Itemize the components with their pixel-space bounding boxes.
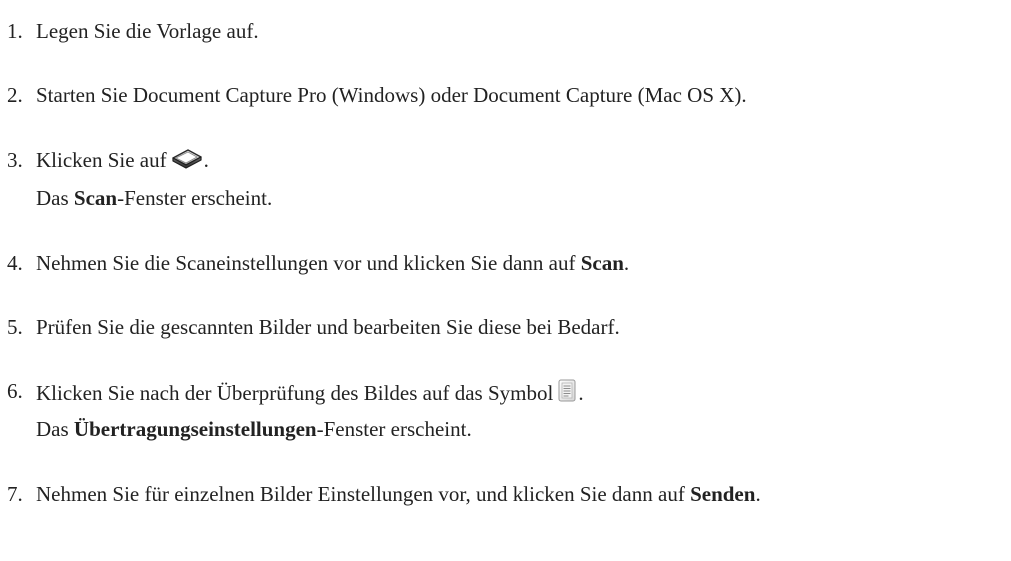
step-text-after-bold: . [755,482,761,506]
step-text-before-bold: Nehmen Sie für einzelnen Bilder Einstell… [36,482,685,506]
step-number: 5. [7,315,23,339]
step-text-after-icon: . [578,381,584,405]
step-number: 2. [7,83,23,107]
step-text: Nehmen Sie die Scaneinstellungen vor und… [36,250,629,276]
result-suffix: -Fenster erscheint. [316,417,472,441]
step-number: 4. [7,251,23,275]
step-number: 7. [7,482,23,506]
result-prefix: Das [36,417,69,441]
step-number: 1. [7,19,23,43]
scanner-icon [170,149,204,169]
step-number: 6. [7,379,23,403]
step-text-before-icon: Klicken Sie nach der Überprüfung des Bil… [36,381,554,405]
step-text-after-icon: . [203,148,209,172]
step-text: Legen Sie die Vorlage auf. [36,19,259,43]
step-text-before-icon: Klicken Sie auf [36,148,167,172]
instruction-steps: 1. Legen Sie die Vorlage auf. 2. Starten… [0,0,1011,561]
step-text: Klicken Sie nach der Überprüfung des Bil… [36,378,584,406]
step-number: 3. [7,148,23,172]
result-prefix: Das [36,186,69,210]
window-name-scan: Scan [73,186,118,210]
step-text: Klicken Sie auf . [36,147,209,173]
transfer-settings-icon [556,378,578,404]
button-name-scan: Scan [580,251,624,275]
button-name-send: Senden [690,482,756,506]
step-text: Starten Sie Document Capture Pro (Window… [36,83,747,107]
step-text-before-bold: Nehmen Sie die Scaneinstellungen vor und… [36,251,576,275]
step-result-text: Das Übertragungseinstellungen-Fenster er… [36,416,472,442]
result-suffix: -Fenster erscheint. [117,186,273,210]
step-text: Nehmen Sie für einzelnen Bilder Einstell… [36,481,761,507]
step-text-after-bold: . [623,251,630,275]
step-text: Prüfen Sie die gescannten Bilder und bea… [36,315,620,339]
step-result-text: Das Scan-Fenster erscheint. [36,185,272,211]
window-name-transfer-settings: Übertragungseinstellungen [73,417,317,441]
